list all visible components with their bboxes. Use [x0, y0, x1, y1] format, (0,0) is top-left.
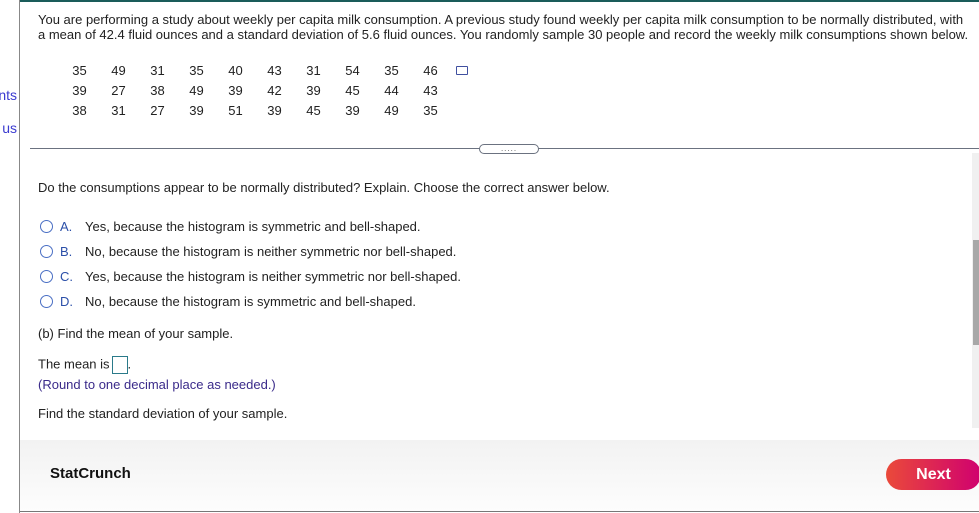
data-row: 38 31 27 39 51 39 45 39 49 35 [60, 100, 450, 120]
sample-data-table: 35 49 31 35 40 43 31 54 35 46 39 27 38 49 39 42 39 45 44 43… [60, 60, 450, 120]
data-value: 45 [345, 82, 360, 98]
data-value: 49 [189, 82, 204, 98]
data-value: 31 [111, 102, 126, 118]
nav-link-partial[interactable]: ents [0, 87, 17, 103]
part-b-prompt: (b) Find the mean of your sample. [38, 326, 234, 341]
data-value: 35 [72, 62, 87, 78]
answer-option-d[interactable]: D. No, because the histogram is symmetric… [40, 294, 416, 309]
problem-intro: You are performing a study about weekly … [38, 12, 969, 42]
option-letter: D. [60, 294, 73, 309]
data-value: 31 [306, 62, 321, 78]
data-value: 46 [423, 62, 438, 78]
data-value: 40 [228, 62, 243, 78]
option-letter: B. [60, 244, 73, 259]
option-text: No, because the histogram is symmetric a… [85, 294, 416, 309]
data-value: 35 [189, 62, 204, 78]
data-value: 35 [384, 62, 399, 78]
data-value: 39 [345, 102, 360, 118]
mean-answer-row: The mean is. [38, 356, 131, 374]
statcrunch-link[interactable]: StatCrunch [50, 465, 131, 482]
data-value: 38 [150, 82, 165, 98]
option-text: No, because the histogram is neither sym… [85, 244, 457, 259]
data-value: 44 [384, 82, 399, 98]
data-value: 45 [306, 102, 321, 118]
mean-input[interactable] [111, 356, 128, 374]
resize-handle[interactable]: ..... [479, 144, 539, 154]
data-value: 49 [111, 62, 126, 78]
radio-button[interactable] [40, 245, 53, 258]
answer-option-a[interactable]: A. Yes, because the histogram is symmetri… [40, 219, 421, 234]
data-value: 39 [72, 82, 87, 98]
left-nav-strip: ents us [0, 0, 20, 513]
option-text: Yes, because the histogram is neither sy… [85, 269, 461, 284]
top-border [20, 0, 979, 2]
next-button[interactable]: Next [886, 459, 979, 490]
radio-button[interactable] [40, 295, 53, 308]
data-row: 39 27 38 49 39 42 39 45 44 43 [60, 80, 450, 100]
radio-button[interactable] [40, 220, 53, 233]
data-value: 54 [345, 62, 360, 78]
popout-data-icon[interactable] [456, 66, 468, 75]
option-text: Yes, because the histogram is symmetric … [85, 219, 421, 234]
data-value: 49 [384, 102, 399, 118]
option-letter: A. [60, 219, 73, 234]
data-value: 39 [306, 82, 321, 98]
scrollbar-thumb[interactable] [973, 240, 979, 345]
sd-prompt: Find the standard deviation of your samp… [38, 406, 288, 421]
data-value: 27 [111, 82, 126, 98]
data-value: 39 [267, 102, 282, 118]
option-letter: C. [60, 269, 73, 284]
data-value: 51 [228, 102, 243, 118]
data-value: 39 [189, 102, 204, 118]
data-value: 27 [150, 102, 165, 118]
data-value: 42 [267, 82, 282, 98]
data-value: 35 [423, 102, 438, 118]
data-value: 38 [72, 102, 87, 118]
data-value: 43 [267, 62, 282, 78]
answer-option-c[interactable]: C. Yes, because the histogram is neither … [40, 269, 461, 284]
data-value: 43 [423, 82, 438, 98]
footer: StatCrunch Next [20, 440, 979, 512]
data-row: 35 49 31 35 40 43 31 54 35 46 [60, 60, 450, 80]
data-value: 31 [150, 62, 165, 78]
radio-button[interactable] [40, 270, 53, 283]
question-text: Do the consumptions appear to be normall… [38, 180, 610, 195]
nav-link-partial[interactable]: us [2, 120, 17, 136]
round-hint: (Round to one decimal place as needed.) [38, 377, 276, 392]
answer-option-b[interactable]: B. No, because the histogram is neither s… [40, 244, 456, 259]
mean-label: The mean is [38, 356, 110, 372]
data-value: 39 [228, 82, 243, 98]
